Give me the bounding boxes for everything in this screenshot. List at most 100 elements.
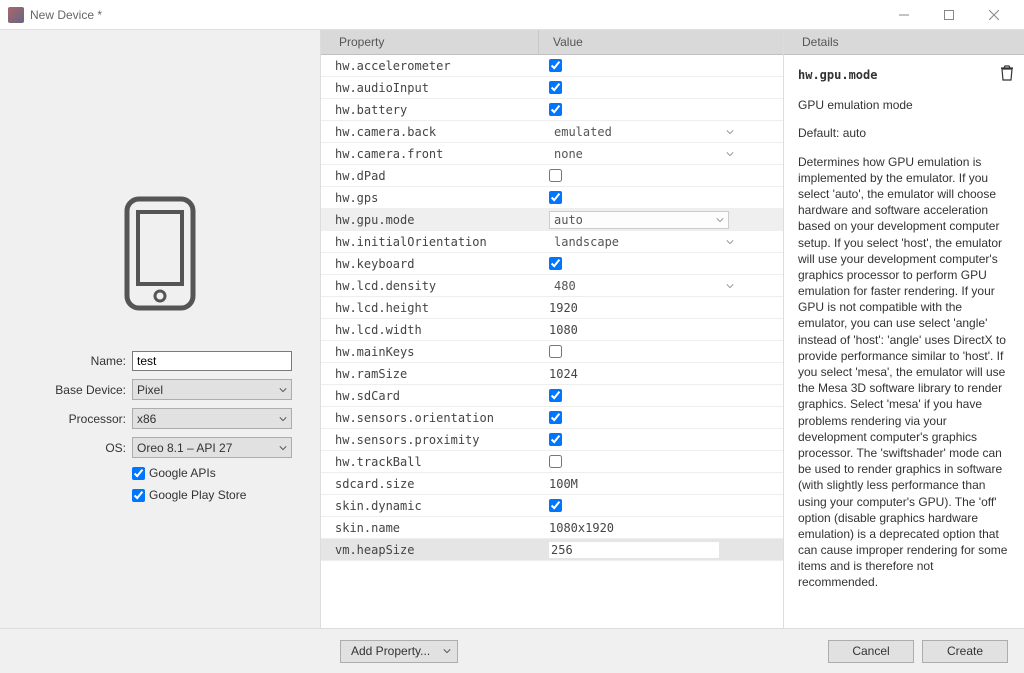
name-input[interactable] xyxy=(132,351,292,371)
property-edit[interactable] xyxy=(549,542,719,558)
table-body[interactable]: hw.accelerometerhw.audioInputhw.batteryh… xyxy=(321,55,783,628)
column-property[interactable]: Property xyxy=(321,30,539,54)
properties-table: Property Value hw.accelerometerhw.audioI… xyxy=(320,30,784,628)
chevron-down-icon xyxy=(716,213,724,227)
window-title: New Device * xyxy=(30,8,881,22)
table-row[interactable]: hw.gps xyxy=(321,187,783,209)
property-value[interactable] xyxy=(539,455,783,468)
property-value[interactable]: 1024 xyxy=(539,367,783,381)
table-row[interactable]: hw.accelerometer xyxy=(321,55,783,77)
delete-icon[interactable] xyxy=(1000,65,1014,85)
property-value[interactable] xyxy=(539,81,783,94)
table-header: Property Value xyxy=(321,30,783,55)
property-name: hw.camera.front xyxy=(321,147,539,161)
chevron-down-icon xyxy=(279,412,287,426)
table-row[interactable]: hw.keyboard xyxy=(321,253,783,275)
property-value[interactable]: 1080 xyxy=(539,323,783,337)
table-row[interactable]: hw.ramSize1024 xyxy=(321,363,783,385)
property-checkbox[interactable] xyxy=(549,433,562,446)
os-label: OS: xyxy=(16,441,126,455)
table-row[interactable]: hw.audioInput xyxy=(321,77,783,99)
google-play-label: Google Play Store xyxy=(149,488,246,502)
property-dropdown[interactable]: emulated xyxy=(549,123,739,141)
property-checkbox[interactable] xyxy=(549,389,562,402)
property-value[interactable]: emulated xyxy=(539,123,783,141)
base-device-value: Pixel xyxy=(137,383,163,397)
column-value[interactable]: Value xyxy=(539,35,783,49)
property-value[interactable]: none xyxy=(539,145,783,163)
property-value[interactable]: auto xyxy=(539,211,783,229)
property-value[interactable] xyxy=(539,389,783,402)
os-select[interactable]: Oreo 8.1 – API 27 xyxy=(132,437,292,458)
add-property-button[interactable]: Add Property... xyxy=(340,640,458,663)
chevron-down-icon xyxy=(443,644,451,658)
property-value[interactable]: 1080x1920 xyxy=(539,521,783,535)
table-row[interactable]: hw.battery xyxy=(321,99,783,121)
property-checkbox[interactable] xyxy=(549,345,562,358)
google-play-checkbox[interactable] xyxy=(132,489,145,502)
property-value[interactable]: 1920 xyxy=(539,301,783,315)
property-checkbox[interactable] xyxy=(549,59,562,72)
property-value[interactable] xyxy=(539,345,783,358)
property-value[interactable] xyxy=(539,191,783,204)
minimize-button[interactable] xyxy=(881,0,926,30)
property-value[interactable] xyxy=(539,499,783,512)
table-row[interactable]: hw.dPad xyxy=(321,165,783,187)
property-value[interactable] xyxy=(539,103,783,116)
property-checkbox[interactable] xyxy=(549,499,562,512)
property-checkbox[interactable] xyxy=(549,169,562,182)
table-row[interactable]: hw.gpu.modeauto xyxy=(321,209,783,231)
google-apis-checkbox[interactable] xyxy=(132,467,145,480)
property-checkbox[interactable] xyxy=(549,81,562,94)
table-row[interactable]: skin.dynamic xyxy=(321,495,783,517)
property-dropdown[interactable]: none xyxy=(549,145,739,163)
table-row[interactable]: hw.initialOrientationlandscape xyxy=(321,231,783,253)
add-property-label: Add Property... xyxy=(351,644,430,658)
property-value[interactable] xyxy=(539,59,783,72)
table-row[interactable]: skin.name1080x1920 xyxy=(321,517,783,539)
table-row[interactable]: hw.lcd.height1920 xyxy=(321,297,783,319)
property-checkbox[interactable] xyxy=(549,257,562,270)
table-row[interactable]: vm.heapSize xyxy=(321,539,783,561)
property-value[interactable] xyxy=(539,257,783,270)
property-value[interactable]: landscape xyxy=(539,233,783,251)
property-value[interactable] xyxy=(539,433,783,446)
table-row[interactable]: hw.trackBall xyxy=(321,451,783,473)
property-name: vm.heapSize xyxy=(321,543,539,557)
property-value[interactable]: 480 xyxy=(539,277,783,295)
property-value[interactable] xyxy=(539,169,783,182)
create-button[interactable]: Create xyxy=(922,640,1008,663)
table-row[interactable]: hw.sensors.proximity xyxy=(321,429,783,451)
property-checkbox[interactable] xyxy=(549,191,562,204)
table-row[interactable]: hw.mainKeys xyxy=(321,341,783,363)
property-dropdown[interactable]: 480 xyxy=(549,277,739,295)
chevron-down-icon xyxy=(726,235,734,249)
property-checkbox[interactable] xyxy=(549,103,562,116)
base-device-select[interactable]: Pixel xyxy=(132,379,292,400)
property-name: hw.camera.back xyxy=(321,125,539,139)
table-row[interactable]: hw.camera.back emulated xyxy=(321,121,783,143)
processor-label: Processor: xyxy=(16,412,126,426)
property-value[interactable]: 100M xyxy=(539,477,783,491)
property-value[interactable] xyxy=(539,411,783,424)
close-button[interactable] xyxy=(971,0,1016,30)
chevron-down-icon xyxy=(279,383,287,397)
property-dropdown[interactable]: auto xyxy=(549,211,729,229)
property-name: hw.sdCard xyxy=(321,389,539,403)
table-row[interactable]: hw.sensors.orientation xyxy=(321,407,783,429)
processor-select[interactable]: x86 xyxy=(132,408,292,429)
table-row[interactable]: sdcard.size100M xyxy=(321,473,783,495)
property-dropdown[interactable]: landscape xyxy=(549,233,739,251)
table-row[interactable]: hw.lcd.width1080 xyxy=(321,319,783,341)
property-value[interactable] xyxy=(539,542,783,558)
table-row[interactable]: hw.camera.front none xyxy=(321,143,783,165)
details-panel: Details hw.gpu.mode GPU emulation mode D… xyxy=(784,30,1024,628)
property-checkbox[interactable] xyxy=(549,411,562,424)
property-name: hw.mainKeys xyxy=(321,345,539,359)
maximize-button[interactable] xyxy=(926,0,971,30)
property-checkbox[interactable] xyxy=(549,455,562,468)
table-row[interactable]: hw.sdCard xyxy=(321,385,783,407)
table-row[interactable]: hw.lcd.density480 xyxy=(321,275,783,297)
os-value: Oreo 8.1 – API 27 xyxy=(137,441,232,455)
cancel-button[interactable]: Cancel xyxy=(828,640,914,663)
